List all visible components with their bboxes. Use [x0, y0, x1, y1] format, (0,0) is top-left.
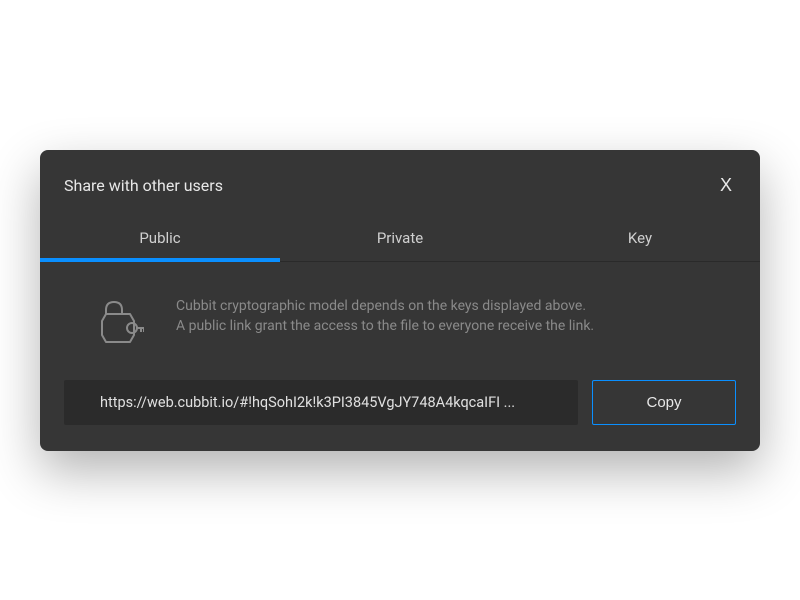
lock-key-icon [100, 298, 144, 348]
tabs: Public Private Key [40, 215, 760, 262]
modal-header: Share with other users X [40, 150, 760, 215]
tab-public[interactable]: Public [40, 215, 280, 261]
info-line-2: A public link grant the access to the fi… [176, 316, 594, 336]
modal-title: Share with other users [64, 176, 223, 195]
share-modal: Share with other users X Public Private … [40, 150, 760, 451]
tab-content: Cubbit cryptographic model depends on th… [40, 262, 760, 451]
info-line-1: Cubbit cryptographic model depends on th… [176, 296, 594, 316]
info-text: Cubbit cryptographic model depends on th… [176, 296, 594, 337]
link-row: https://web.cubbit.io/#!hqSohI2k!k3PI384… [64, 380, 736, 425]
info-row: Cubbit cryptographic model depends on th… [64, 296, 736, 348]
tab-key[interactable]: Key [520, 215, 760, 261]
share-link-box[interactable]: https://web.cubbit.io/#!hqSohI2k!k3PI384… [64, 380, 578, 425]
tab-private[interactable]: Private [280, 215, 520, 261]
copy-button[interactable]: Copy [592, 380, 736, 425]
close-button[interactable]: X [716, 176, 736, 194]
